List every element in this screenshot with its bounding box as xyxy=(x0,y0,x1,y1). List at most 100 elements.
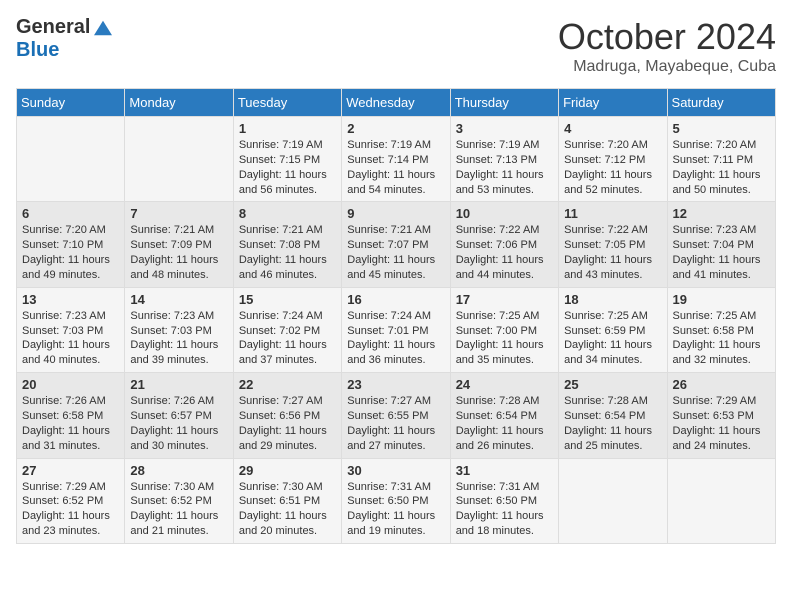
day-number: 9 xyxy=(347,206,444,221)
day-info: Sunrise: 7:19 AMSunset: 7:15 PMDaylight:… xyxy=(239,138,336,197)
day-header-sunday: Sunday xyxy=(17,89,125,117)
day-info: Sunrise: 7:25 AMSunset: 6:59 PMDaylight:… xyxy=(564,309,661,368)
day-info: Sunrise: 7:31 AMSunset: 6:50 PMDaylight:… xyxy=(347,480,444,539)
day-number: 21 xyxy=(130,377,227,392)
logo-general-text: General xyxy=(16,16,90,39)
day-number: 7 xyxy=(130,206,227,221)
calendar-body: 1 Sunrise: 7:19 AMSunset: 7:15 PMDaylight… xyxy=(17,117,776,544)
day-number: 13 xyxy=(22,292,119,307)
day-info: Sunrise: 7:21 AMSunset: 7:08 PMDaylight:… xyxy=(239,223,336,282)
calendar-cell: 23 Sunrise: 7:27 AMSunset: 6:55 PMDayligh… xyxy=(342,373,450,458)
day-info: Sunrise: 7:24 AMSunset: 7:02 PMDaylight:… xyxy=(239,309,336,368)
day-number: 1 xyxy=(239,121,336,136)
day-number: 8 xyxy=(239,206,336,221)
logo: General Blue xyxy=(16,16,112,62)
day-number: 15 xyxy=(239,292,336,307)
day-number: 26 xyxy=(673,377,770,392)
calendar-cell: 1 Sunrise: 7:19 AMSunset: 7:15 PMDaylight… xyxy=(233,117,341,202)
day-header-friday: Friday xyxy=(559,89,667,117)
day-info: Sunrise: 7:23 AMSunset: 7:03 PMDaylight:… xyxy=(22,309,119,368)
day-info: Sunrise: 7:24 AMSunset: 7:01 PMDaylight:… xyxy=(347,309,444,368)
day-info: Sunrise: 7:19 AMSunset: 7:13 PMDaylight:… xyxy=(456,138,553,197)
day-header-saturday: Saturday xyxy=(667,89,775,117)
location-title: Madruga, Mayabeque, Cuba xyxy=(558,58,776,76)
calendar-cell: 26Sunrise: 7:29 AMSunset: 6:53 PMDayligh… xyxy=(667,373,775,458)
calendar-cell: 27Sunrise: 7:29 AMSunset: 6:52 PMDayligh… xyxy=(17,458,125,543)
day-number: 3 xyxy=(456,121,553,136)
day-header-monday: Monday xyxy=(125,89,233,117)
day-number: 28 xyxy=(130,463,227,478)
calendar-cell: 15 Sunrise: 7:24 AMSunset: 7:02 PMDayligh… xyxy=(233,287,341,372)
calendar-cell: 19 Sunrise: 7:25 AMSunset: 6:58 PMDayligh… xyxy=(667,287,775,372)
calendar-cell: 22Sunrise: 7:27 AMSunset: 6:56 PMDayligh… xyxy=(233,373,341,458)
day-info: Sunrise: 7:23 AMSunset: 7:04 PMDaylight:… xyxy=(673,223,770,282)
calendar-cell: 18Sunrise: 7:25 AMSunset: 6:59 PMDayligh… xyxy=(559,287,667,372)
day-info: Sunrise: 7:22 AMSunset: 7:06 PMDaylight:… xyxy=(456,223,553,282)
calendar-cell: 2 Sunrise: 7:19 AMSunset: 7:14 PMDaylight… xyxy=(342,117,450,202)
calendar-cell: 20 Sunrise: 7:26 AMSunset: 6:58 PMDayligh… xyxy=(17,373,125,458)
day-header-tuesday: Tuesday xyxy=(233,89,341,117)
page-header: General Blue October 2024 Madruga, Mayab… xyxy=(16,16,776,76)
month-title: October 2024 xyxy=(558,16,776,58)
day-number: 29 xyxy=(239,463,336,478)
day-number: 4 xyxy=(564,121,661,136)
day-info: Sunrise: 7:28 AMSunset: 6:54 PMDaylight:… xyxy=(456,394,553,453)
calendar-cell: 8 Sunrise: 7:21 AMSunset: 7:08 PMDaylight… xyxy=(233,202,341,287)
day-number: 27 xyxy=(22,463,119,478)
day-number: 19 xyxy=(673,292,770,307)
day-number: 23 xyxy=(347,377,444,392)
day-number: 6 xyxy=(22,206,119,221)
calendar-cell: 31 Sunrise: 7:31 AMSunset: 6:50 PMDayligh… xyxy=(450,458,558,543)
week-row-3: 13 Sunrise: 7:23 AMSunset: 7:03 PMDayligh… xyxy=(17,287,776,372)
day-number: 16 xyxy=(347,292,444,307)
logo-blue-text: Blue xyxy=(16,39,59,62)
day-number: 10 xyxy=(456,206,553,221)
calendar-cell: 4 Sunrise: 7:20 AMSunset: 7:12 PMDaylight… xyxy=(559,117,667,202)
day-info: Sunrise: 7:30 AMSunset: 6:52 PMDaylight:… xyxy=(130,480,227,539)
calendar-cell: 25 Sunrise: 7:28 AMSunset: 6:54 PMDayligh… xyxy=(559,373,667,458)
day-number: 31 xyxy=(456,463,553,478)
day-number: 2 xyxy=(347,121,444,136)
day-info: Sunrise: 7:22 AMSunset: 7:05 PMDaylight:… xyxy=(564,223,661,282)
calendar-cell xyxy=(667,458,775,543)
calendar-cell: 9 Sunrise: 7:21 AMSunset: 7:07 PMDaylight… xyxy=(342,202,450,287)
day-number: 14 xyxy=(130,292,227,307)
calendar-cell: 12 Sunrise: 7:23 AMSunset: 7:04 PMDayligh… xyxy=(667,202,775,287)
week-row-2: 6 Sunrise: 7:20 AMSunset: 7:10 PMDaylight… xyxy=(17,202,776,287)
calendar-table: SundayMondayTuesdayWednesdayThursdayFrid… xyxy=(16,88,776,544)
calendar-cell: 6 Sunrise: 7:20 AMSunset: 7:10 PMDaylight… xyxy=(17,202,125,287)
day-info: Sunrise: 7:21 AMSunset: 7:07 PMDaylight:… xyxy=(347,223,444,282)
day-number: 11 xyxy=(564,206,661,221)
calendar-cell: 28 Sunrise: 7:30 AMSunset: 6:52 PMDayligh… xyxy=(125,458,233,543)
day-number: 22 xyxy=(239,377,336,392)
day-info: Sunrise: 7:25 AMSunset: 6:58 PMDaylight:… xyxy=(673,309,770,368)
day-number: 5 xyxy=(673,121,770,136)
day-info: Sunrise: 7:27 AMSunset: 6:55 PMDaylight:… xyxy=(347,394,444,453)
calendar-cell: 16 Sunrise: 7:24 AMSunset: 7:01 PMDayligh… xyxy=(342,287,450,372)
day-info: Sunrise: 7:20 AMSunset: 7:12 PMDaylight:… xyxy=(564,138,661,197)
calendar-cell: 7 Sunrise: 7:21 AMSunset: 7:09 PMDaylight… xyxy=(125,202,233,287)
day-info: Sunrise: 7:31 AMSunset: 6:50 PMDaylight:… xyxy=(456,480,553,539)
calendar-cell xyxy=(17,117,125,202)
day-info: Sunrise: 7:21 AMSunset: 7:09 PMDaylight:… xyxy=(130,223,227,282)
calendar-cell: 5Sunrise: 7:20 AMSunset: 7:11 PMDaylight… xyxy=(667,117,775,202)
calendar-cell: 21Sunrise: 7:26 AMSunset: 6:57 PMDayligh… xyxy=(125,373,233,458)
day-header-wednesday: Wednesday xyxy=(342,89,450,117)
calendar-cell: 30 Sunrise: 7:31 AMSunset: 6:50 PMDayligh… xyxy=(342,458,450,543)
day-number: 20 xyxy=(22,377,119,392)
day-info: Sunrise: 7:26 AMSunset: 6:58 PMDaylight:… xyxy=(22,394,119,453)
day-number: 12 xyxy=(673,206,770,221)
calendar-cell: 11 Sunrise: 7:22 AMSunset: 7:05 PMDayligh… xyxy=(559,202,667,287)
day-number: 30 xyxy=(347,463,444,478)
week-row-5: 27Sunrise: 7:29 AMSunset: 6:52 PMDayligh… xyxy=(17,458,776,543)
day-info: Sunrise: 7:28 AMSunset: 6:54 PMDaylight:… xyxy=(564,394,661,453)
logo-icon xyxy=(94,19,112,37)
week-row-1: 1 Sunrise: 7:19 AMSunset: 7:15 PMDaylight… xyxy=(17,117,776,202)
day-info: Sunrise: 7:19 AMSunset: 7:14 PMDaylight:… xyxy=(347,138,444,197)
days-header-row: SundayMondayTuesdayWednesdayThursdayFrid… xyxy=(17,89,776,117)
day-info: Sunrise: 7:20 AMSunset: 7:10 PMDaylight:… xyxy=(22,223,119,282)
day-number: 25 xyxy=(564,377,661,392)
day-info: Sunrise: 7:30 AMSunset: 6:51 PMDaylight:… xyxy=(239,480,336,539)
week-row-4: 20 Sunrise: 7:26 AMSunset: 6:58 PMDayligh… xyxy=(17,373,776,458)
day-number: 17 xyxy=(456,292,553,307)
